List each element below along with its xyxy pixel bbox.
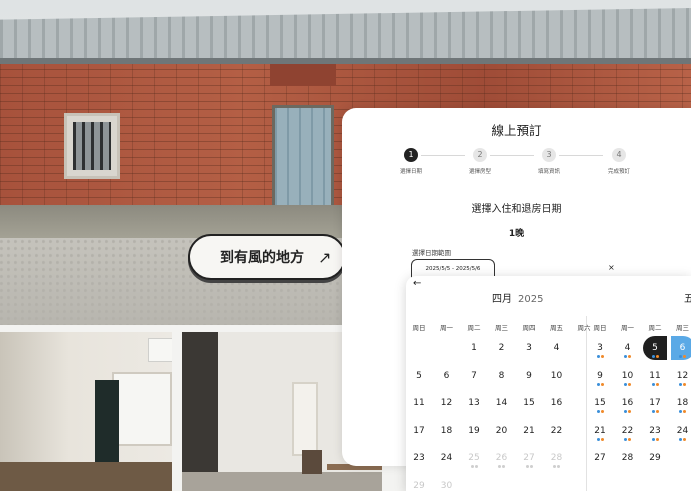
day-cell[interactable]: 21 [517, 419, 541, 443]
date-picker-popup: ← 四月 2025 五 周日 周一 周二 周三 周四 周五 周六 1 2 3 4 5 6 7 8 9 10 11 12… [406, 276, 691, 491]
day-cell[interactable]: 16 [545, 391, 569, 415]
arrow-up-right-icon: ↗ [318, 247, 332, 267]
room-photo-1[interactable] [0, 332, 172, 491]
day-cell[interactable]: 15 [517, 391, 541, 415]
tagline-text: 到有風的地方 [220, 250, 304, 266]
wall-vent [270, 64, 336, 86]
floor [182, 472, 382, 491]
room-window [292, 382, 318, 456]
day-cell[interactable]: 27 [588, 446, 612, 470]
availability-dots [517, 465, 541, 468]
availability-dots [671, 355, 691, 358]
availability-dots [643, 382, 667, 386]
availability-dots [588, 410, 612, 413]
month-title-may: 五 [684, 294, 691, 305]
step-connector [490, 155, 534, 156]
step-connector [559, 155, 603, 156]
day-cell: 30 [440, 480, 453, 491]
weekday-label: 周四 [522, 324, 536, 332]
availability-dots [588, 355, 612, 358]
availability-dots [643, 437, 667, 441]
arrow-left-icon[interactable]: ← [413, 278, 421, 289]
day-cell[interactable]: 22 [545, 419, 569, 443]
weekday-label: 周日 [412, 324, 426, 332]
day-cell[interactable]: 18 [435, 419, 459, 443]
day-cell[interactable]: 14 [490, 391, 514, 415]
day-cell[interactable]: 1 [462, 336, 486, 360]
availability-dots [616, 382, 640, 386]
day-cell[interactable]: 10 [545, 364, 569, 388]
availability-dots [490, 465, 514, 468]
day-cell[interactable]: 8 [490, 364, 514, 388]
weekday-label: 周一 [621, 324, 634, 332]
availability-dots [671, 382, 691, 386]
month-divider [586, 316, 587, 491]
day-cell[interactable]: 7 [462, 364, 486, 388]
day-cell: 29 [413, 480, 425, 491]
booking-title: 線上預訂 [491, 123, 542, 138]
barred-window [64, 113, 120, 179]
day-cell[interactable]: 3 [517, 336, 541, 360]
day-cell[interactable]: 19 [462, 419, 486, 443]
day-cell[interactable]: 13 [462, 391, 486, 415]
tagline-button[interactable]: 到有風的地方 ↗ [188, 234, 346, 280]
day-cell[interactable]: 29 [643, 446, 667, 470]
air-conditioner [148, 338, 172, 362]
floor [0, 462, 172, 491]
step-1-indicator: 1 [404, 148, 418, 162]
nights-count: 1晚 [508, 229, 525, 239]
day-cell[interactable]: 2 [490, 336, 514, 360]
curtain [95, 380, 119, 470]
availability-dots [671, 410, 691, 413]
availability-dots [588, 437, 612, 441]
weekday-label: 周一 [440, 324, 453, 332]
day-cell[interactable]: 6 [435, 364, 459, 388]
availability-dots [616, 410, 640, 413]
step-2-indicator: 2 [473, 148, 487, 162]
weekday-label: 周二 [648, 324, 662, 332]
availability-dots [462, 465, 486, 468]
close-icon[interactable]: × [608, 263, 615, 272]
month-year: 2025 [518, 294, 544, 305]
availability-dots [616, 355, 640, 358]
step-connector [421, 155, 465, 156]
availability-dots [671, 437, 691, 441]
chair [302, 450, 322, 474]
step-4-label: 完成預訂 [607, 169, 630, 175]
day-cell[interactable]: 28 [616, 446, 640, 470]
day-cell[interactable]: 23 [407, 446, 431, 470]
day-cell[interactable]: 17 [407, 419, 431, 443]
step-2-label: 選擇房型 [468, 169, 491, 175]
section-heading: 選擇入住和退房日期 [471, 204, 562, 215]
availability-dots [545, 465, 569, 468]
day-cell[interactable]: 5 [407, 364, 431, 388]
step-3-label: 填寫資訊 [537, 169, 560, 175]
availability-dots [588, 382, 612, 386]
step-3-indicator: 3 [542, 148, 556, 162]
day-cell[interactable]: 20 [490, 419, 514, 443]
day-cell[interactable]: 4 [545, 336, 569, 360]
month-title-april: 四月 2025 [492, 290, 543, 305]
weekday-label: 周三 [676, 324, 689, 332]
step-4-indicator: 4 [612, 148, 626, 162]
availability-dots [643, 355, 667, 358]
weekday-label: 周二 [467, 324, 481, 332]
room-window [112, 372, 172, 446]
date-range-label: 選擇日期範圍 [412, 249, 451, 257]
step-1-label: 選擇日期 [399, 169, 422, 175]
availability-dots [616, 437, 640, 441]
month-name: 四月 [492, 294, 512, 305]
day-cell[interactable]: 12 [435, 391, 459, 415]
day-cell[interactable]: 9 [517, 364, 541, 388]
day-cell[interactable]: 24 [435, 446, 459, 470]
weekday-label: 周五 [550, 324, 563, 332]
weekday-label: 周三 [495, 324, 508, 332]
availability-dots [643, 410, 667, 413]
weekday-label: 周日 [593, 324, 607, 332]
day-cell[interactable]: 11 [407, 391, 431, 415]
